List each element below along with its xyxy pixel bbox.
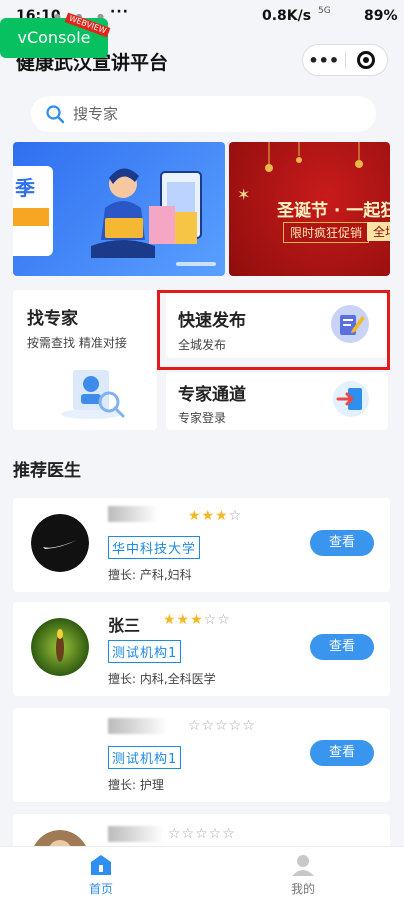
more-button[interactable]: ••• xyxy=(303,51,345,70)
doctor-name-redacted xyxy=(108,718,168,734)
doctor-name-redacted xyxy=(108,826,164,842)
banner-slide-2[interactable]: ✶ 圣诞节 · 一起狂 限时疯狂促销 全场5 xyxy=(229,142,390,276)
tab-home[interactable]: 首页 xyxy=(0,847,202,897)
banner-slide-2-promo: 限时疯狂促销 xyxy=(283,222,370,243)
banner-slide-1-tag-text: 季 xyxy=(15,176,35,200)
vconsole-label: vConsole xyxy=(17,28,91,47)
doctor-specialty: 擅长: 内科,全科医学 xyxy=(108,672,216,686)
signal-icon: 5G xyxy=(318,6,331,16)
doctor-name-redacted xyxy=(108,506,158,522)
login-icon xyxy=(333,381,369,417)
institution-tag: 测试机构1 xyxy=(108,640,182,663)
network-speed: 0.8K/s xyxy=(262,8,312,24)
doctor-avatar xyxy=(31,514,89,572)
banner-slide-1-tag-bar xyxy=(13,208,49,226)
rating-stars: ★★★☆ xyxy=(188,508,243,524)
vconsole-button[interactable]: vConsole WEBVIEW xyxy=(0,12,111,58)
doctor-card[interactable]: 张三 ★★★☆☆ 测试机构1 擅长: 内科,全科医学 查看 xyxy=(13,602,390,696)
svg-text:✶: ✶ xyxy=(237,185,250,202)
expert-channel-title: 专家通道 xyxy=(178,385,246,405)
edit-icon xyxy=(331,305,369,343)
doctor-search-icon xyxy=(61,370,125,419)
tab-home-label: 首页 xyxy=(88,882,113,896)
expert-channel-subtitle: 专家登录 xyxy=(178,411,227,425)
search-bar[interactable] xyxy=(31,96,376,132)
rating-stars: ★★★☆☆ xyxy=(163,612,231,628)
expert-channel-card[interactable]: 专家通道 专家登录 xyxy=(166,372,388,430)
section-title-recommend: 推荐医生 xyxy=(13,461,81,481)
banner-carousel[interactable]: 季 ✶ 圣诞节 · 一起狂 限时疯狂促销 全场5 xyxy=(13,142,390,276)
user-icon xyxy=(292,855,314,876)
search-input[interactable] xyxy=(73,105,333,123)
christmas-decoration: ✶ xyxy=(237,142,363,202)
mini-program-capsule: ••• xyxy=(302,44,388,76)
find-expert-card[interactable]: 找专家 按需查找 精准对接 xyxy=(13,290,157,430)
close-icon xyxy=(357,51,376,69)
find-expert-title: 找专家 xyxy=(27,309,78,329)
find-expert-subtitle: 按需查找 精准对接 xyxy=(27,336,127,350)
home-icon xyxy=(91,855,111,875)
rating-stars: ☆☆☆☆☆ xyxy=(188,718,256,734)
carousel-indicator xyxy=(176,262,216,266)
banner-slide-1-tag: 季 xyxy=(13,166,53,256)
battery-level: 89% xyxy=(364,8,398,24)
bottom-tab-bar: 首页 我的 xyxy=(0,846,404,897)
tab-me[interactable]: 我的 xyxy=(202,847,404,897)
banner-slide-2-promo-2: 全场5 xyxy=(367,222,390,241)
quick-post-card[interactable]: 快速发布 全城发布 xyxy=(166,292,388,358)
doctor-specialty: 擅长: 护理 xyxy=(108,778,164,792)
quick-post-title: 快速发布 xyxy=(178,311,246,331)
view-doctor-button[interactable]: 查看 xyxy=(310,740,374,766)
doctor-avatar xyxy=(31,618,89,676)
tab-me-label: 我的 xyxy=(290,882,315,896)
doctor-name: 张三 xyxy=(108,616,141,635)
quick-post-subtitle: 全城发布 xyxy=(178,338,227,352)
status-more: ··· xyxy=(110,4,129,20)
rating-stars: ☆☆☆☆☆ xyxy=(168,826,236,842)
view-doctor-button[interactable]: 查看 xyxy=(310,530,374,556)
search-icon xyxy=(46,105,65,124)
banner-slide-1[interactable]: 季 xyxy=(13,142,225,276)
doctor-card[interactable]: ★★★☆ 华中科技大学 擅长: 产科,妇科 查看 xyxy=(13,498,390,592)
doctor-specialty: 擅长: 产科,妇科 xyxy=(108,568,192,582)
banner-slide-2-title: 圣诞节 · 一起狂 xyxy=(277,201,390,221)
banner-illustration xyxy=(91,168,202,258)
institution-tag: 测试机构1 xyxy=(108,746,182,769)
close-button[interactable] xyxy=(345,51,387,69)
view-doctor-button[interactable]: 查看 xyxy=(310,634,374,660)
doctor-card[interactable]: ☆☆☆☆☆ 测试机构1 擅长: 护理 查看 xyxy=(13,708,390,802)
institution-tag: 华中科技大学 xyxy=(108,536,201,559)
